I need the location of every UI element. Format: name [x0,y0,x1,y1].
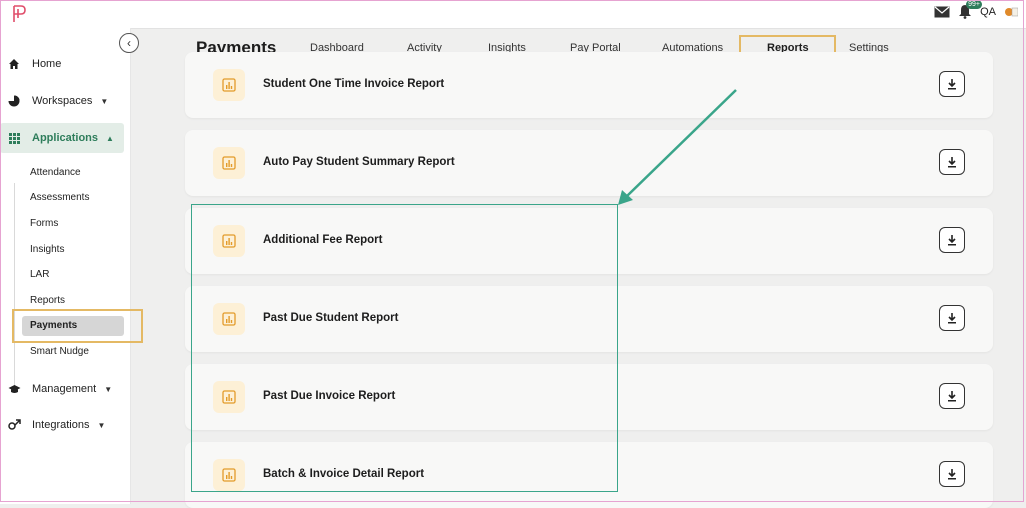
report-title: Batch & Invoice Detail Report [263,468,425,480]
sidebar-item-home[interactable]: Home [0,49,130,79]
download-button[interactable] [939,149,965,175]
report-title: Auto Pay Student Summary Report [263,156,455,168]
sidebar-item-integrations[interactable]: Integrations ▼ [0,410,130,440]
report-card[interactable]: Batch & Invoice Detail Report [185,442,993,508]
user-initials[interactable]: QA [980,6,996,18]
caret-down-icon: ▼ [97,420,106,430]
sidebar-item-label: Integrations [32,419,90,431]
caret-down-icon: ▼ [100,96,109,106]
report-icon [213,225,245,257]
download-icon [948,79,956,90]
report-card[interactable]: Auto Pay Student Summary Report [185,130,993,196]
grid-icon [7,131,21,145]
sidebar-item-applications[interactable]: Applications ▲ [0,123,124,153]
notifications-icon[interactable]: 99+ [958,0,982,19]
report-title: Additional Fee Report [263,234,383,246]
download-icon [948,157,956,168]
sidebar-item-management[interactable]: Management ▼ [0,374,130,404]
submenu-divider [14,183,15,388]
sidebar-item-label: Applications [32,132,99,144]
top-bar: 99+ QA [0,0,1026,29]
report-card[interactable]: Past Due Invoice Report [185,364,993,430]
download-icon [948,313,956,324]
sidebar-subitem-payments[interactable]: Payments [22,316,124,336]
download-icon [948,391,956,402]
home-icon [7,57,21,71]
caret-down-icon: ▼ [104,384,113,394]
app-logo-icon[interactable] [10,4,28,24]
download-button[interactable] [939,383,965,409]
school-logo-icon[interactable] [1004,5,1018,19]
chevron-left-icon: ‹ [127,36,131,50]
report-icon [213,459,245,491]
sidebar-subitem-attendance[interactable]: Attendance [30,167,81,178]
download-button[interactable] [939,227,965,253]
pie-chart-icon [7,94,21,108]
mail-icon[interactable] [934,6,950,18]
report-icon [213,69,245,101]
integrations-icon [7,418,21,432]
report-title: Student One Time Invoice Report [263,78,445,90]
sidebar-item-label: Management [32,383,97,395]
download-button[interactable] [939,461,965,487]
sidebar: Home Workspaces ▼ Applications ▲ Attenda… [0,28,131,504]
download-button[interactable] [939,305,965,331]
sidebar-subitem-reports[interactable]: Reports [30,295,65,306]
download-icon [948,469,956,480]
sidebar-item-label: Workspaces [32,95,93,107]
download-icon [948,235,956,246]
sidebar-subitem-smart-nudge[interactable]: Smart Nudge [30,346,89,357]
notification-badge: 99+ [966,0,982,9]
download-button[interactable] [939,71,965,97]
report-icon [213,381,245,413]
report-card[interactable]: Student One Time Invoice Report [185,52,993,118]
sidebar-subitem-assessments[interactable]: Assessments [30,192,89,203]
report-icon [213,303,245,335]
sidebar-item-workspaces[interactable]: Workspaces ▼ [0,86,130,116]
report-icon [213,147,245,179]
sidebar-subitem-forms[interactable]: Forms [30,218,58,229]
graduation-cap-icon [7,382,21,396]
sidebar-subitem-lar[interactable]: LAR [30,269,49,280]
sidebar-collapse-button[interactable]: ‹ [119,33,139,53]
sidebar-item-label: Home [32,58,62,70]
report-title: Past Due Invoice Report [263,390,396,402]
caret-up-icon: ▲ [106,133,114,143]
sidebar-subitem-insights[interactable]: Insights [30,244,64,255]
report-card[interactable]: Additional Fee Report [185,208,993,274]
report-title: Past Due Student Report [263,312,399,324]
report-card[interactable]: Past Due Student Report [185,286,993,352]
